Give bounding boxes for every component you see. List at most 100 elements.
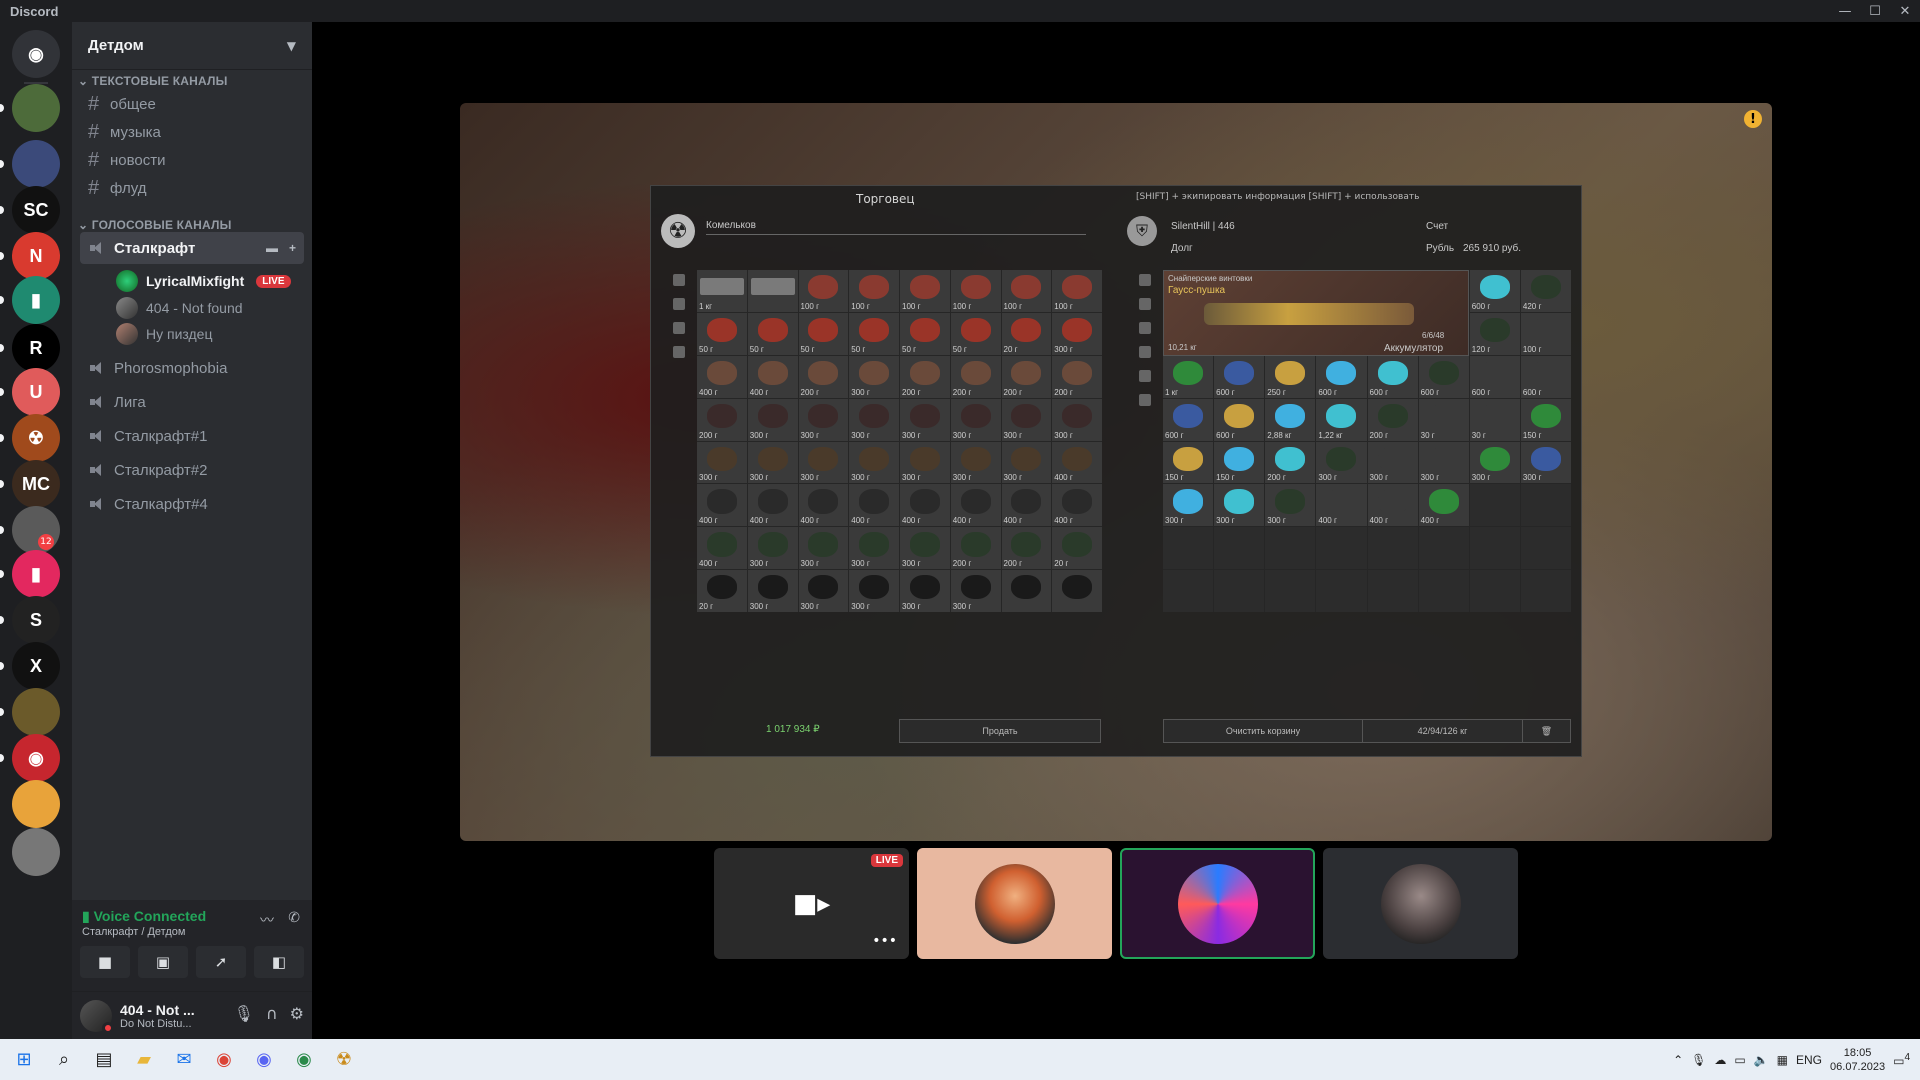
inventory-slot[interactable]: 300 г	[1520, 441, 1571, 484]
inventory-slot[interactable]: 300 г	[1265, 484, 1316, 527]
server-pink-icon[interactable]: ▮	[12, 550, 60, 598]
inventory-slot[interactable]: 300 г	[1469, 441, 1520, 484]
inventory-slot[interactable]: 50 г	[900, 312, 950, 355]
inventory-slot[interactable]: 300 г	[900, 441, 950, 484]
warning-icon[interactable]: !	[1744, 110, 1762, 128]
inventory-slot[interactable]: 150 г	[1520, 398, 1571, 441]
filter-icon[interactable]	[673, 322, 685, 334]
server-1-icon[interactable]	[12, 84, 60, 132]
inventory-slot[interactable]: 100 г	[1052, 270, 1102, 312]
inventory-slot[interactable]: 400 г	[1418, 484, 1469, 527]
activities-button[interactable]: ➚	[196, 946, 246, 978]
inventory-slot[interactable]	[1316, 570, 1367, 612]
inventory-slot[interactable]: 150 г	[1214, 441, 1265, 484]
inventory-slot[interactable]	[1265, 527, 1316, 570]
inventory-slot[interactable]	[1469, 484, 1520, 527]
voice-channel[interactable]: Лига	[80, 386, 304, 418]
task-view-icon[interactable]: ▤	[84, 1039, 124, 1080]
inventory-slot[interactable]: 400 г	[1052, 484, 1102, 527]
server-sc-icon[interactable]: SC	[12, 186, 60, 234]
inventory-slot[interactable]: 50 г	[950, 312, 1001, 355]
server-green-icon[interactable]: ▮	[12, 276, 60, 324]
inventory-slot[interactable]: 300 г	[1367, 441, 1418, 484]
microphone-tray-icon[interactable]: 🎙	[1691, 1053, 1706, 1067]
inventory-slot[interactable]: 300 г	[1052, 312, 1102, 355]
cloud-icon[interactable]: ☁	[1714, 1053, 1726, 1067]
filter-icon[interactable]	[1139, 274, 1151, 286]
user-tile-speaking[interactable]	[1120, 848, 1315, 959]
inventory-slot[interactable]: 20 г	[697, 570, 747, 612]
inventory-slot[interactable]	[1367, 570, 1418, 612]
inventory-slot[interactable]: 200 г	[1052, 355, 1102, 398]
inventory-slot[interactable]: 300 г	[849, 570, 899, 612]
inventory-slot[interactable]: 400 г	[1316, 484, 1367, 527]
filter-icon[interactable]	[1139, 370, 1151, 382]
inventory-slot[interactable]: 300 г	[747, 441, 798, 484]
headphones-icon[interactable]: ∩	[266, 1004, 278, 1023]
inventory-slot[interactable]	[747, 270, 798, 312]
inventory-slot[interactable]: 200 г	[950, 527, 1001, 570]
mail-icon[interactable]: ✉	[164, 1039, 204, 1080]
soundboard-button[interactable]: ◧	[254, 946, 304, 978]
stream-tile[interactable]: ■▸ LIVE •••	[714, 848, 909, 959]
inventory-slot[interactable]	[1052, 570, 1102, 612]
inventory-slot[interactable]: 300 г	[849, 398, 899, 441]
windows-start-icon[interactable]: ⊞	[4, 1039, 44, 1080]
inventory-slot[interactable]	[1520, 570, 1571, 612]
inventory-slot[interactable]: 200 г	[1001, 355, 1052, 398]
inventory-slot[interactable]: 300 г	[697, 441, 747, 484]
inventory-slot[interactable]: 100 г	[950, 270, 1001, 312]
server-xray-icon[interactable]: X	[12, 642, 60, 690]
text-category[interactable]: ⌄ ТЕКСТОВЫЕ КАНАЛЫ	[78, 74, 228, 88]
server-anime-icon[interactable]	[12, 780, 60, 828]
inventory-slot[interactable]: 600 г	[1316, 355, 1367, 398]
inventory-slot[interactable]: 300 г	[1214, 484, 1265, 527]
inventory-slot[interactable]	[1214, 570, 1265, 612]
inventory-slot[interactable]: 400 г	[1052, 441, 1102, 484]
inventory-slot[interactable]: 600 г	[1418, 355, 1469, 398]
inventory-slot[interactable]	[1265, 570, 1316, 612]
maximize-button[interactable]: ☐	[1860, 0, 1890, 22]
inventory-slot[interactable]: 1,22 кг	[1316, 398, 1367, 441]
discord-icon[interactable]: ◉	[244, 1039, 284, 1080]
server-u-icon[interactable]: U	[12, 368, 60, 416]
inventory-slot[interactable]: 50 г	[798, 312, 849, 355]
inventory-slot[interactable]: 600 г	[1367, 355, 1418, 398]
inventory-slot[interactable]: 600 г	[1469, 270, 1520, 312]
chevron-up-icon[interactable]: ⌃	[1673, 1053, 1683, 1067]
inventory-slot[interactable]: 150 г	[1163, 441, 1214, 484]
inventory-slot[interactable]: 200 г	[900, 355, 950, 398]
language-indicator[interactable]: ENG	[1796, 1053, 1822, 1067]
inventory-slot[interactable]: 300 г	[950, 570, 1001, 612]
filter-icon[interactable]	[1139, 298, 1151, 310]
clock[interactable]: 18:05 06.07.2023	[1830, 1046, 1885, 1074]
voice-user[interactable]: 404 - Not found	[116, 294, 243, 322]
minimize-button[interactable]: —	[1830, 0, 1860, 22]
inventory-slot[interactable]: 50 г	[849, 312, 899, 355]
server-s-icon[interactable]: S	[12, 596, 60, 644]
avatar[interactable]	[80, 999, 114, 1034]
server-r-icon[interactable]: R	[12, 324, 60, 372]
inventory-slot[interactable]: 400 г	[1367, 484, 1418, 527]
inventory-slot[interactable]: 250 г	[1265, 355, 1316, 398]
voice-status-subtitle[interactable]: Сталкрафт / Детдом	[82, 926, 185, 938]
inventory-slot[interactable]: 300 г	[1052, 398, 1102, 441]
network-icon[interactable]: ▦	[1777, 1053, 1788, 1067]
inventory-slot[interactable]: 1 кг	[1163, 355, 1214, 398]
chrome-icon[interactable]: ◉	[204, 1039, 244, 1080]
disconnect-icon[interactable]: ✆	[288, 910, 300, 926]
camera-button[interactable]: ■	[80, 946, 130, 978]
inventory-slot[interactable]	[1214, 527, 1265, 570]
inventory-slot[interactable]: 2,88 кг	[1265, 398, 1316, 441]
channel-flood[interactable]: # флуд	[80, 172, 304, 204]
inventory-slot[interactable]: 300 г	[798, 441, 849, 484]
inventory-slot[interactable]: 120 г	[1469, 312, 1520, 355]
inventory-slot[interactable]: 400 г	[747, 355, 798, 398]
inventory-slot[interactable]: 300 г	[849, 441, 899, 484]
server-header[interactable]: Детдом ▼	[72, 22, 312, 70]
filter-icon[interactable]	[1139, 394, 1151, 406]
filter-icon[interactable]	[1139, 322, 1151, 334]
inventory-slot[interactable]: 300 г	[747, 570, 798, 612]
voice-channel[interactable]: Сталкрафт#1	[80, 420, 304, 452]
gear-icon[interactable]: ⚙	[290, 1004, 304, 1023]
